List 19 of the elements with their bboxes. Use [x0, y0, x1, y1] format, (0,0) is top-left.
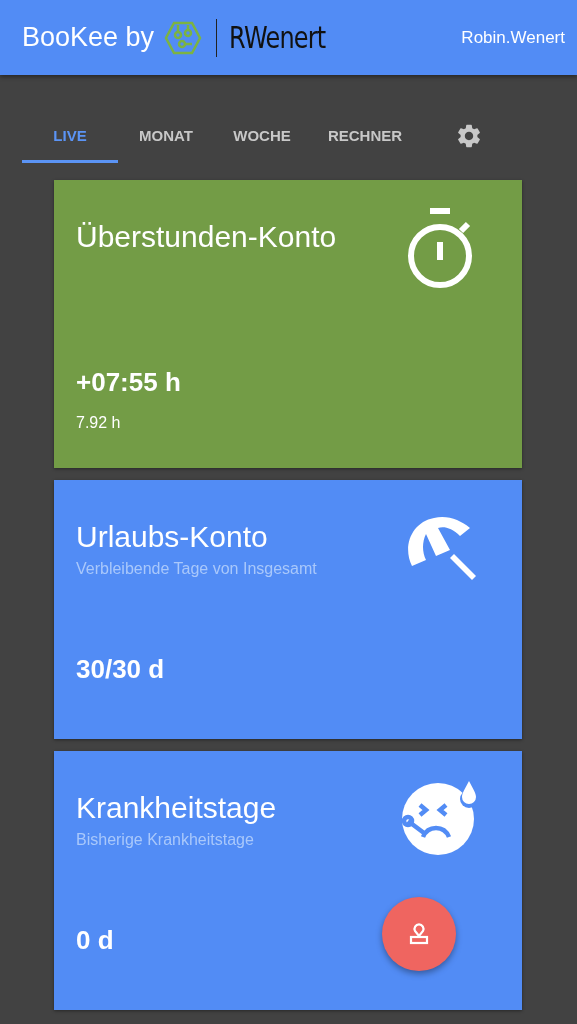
- card-value: 0 d: [76, 925, 114, 956]
- tab[interactable]: MONAT: [118, 113, 214, 163]
- app-name: BooKee by: [22, 22, 155, 53]
- card-subtitle: Verbleibende Tage von Insgesamt: [76, 560, 317, 578]
- tab[interactable]: LIVE: [22, 113, 118, 163]
- tab[interactable]: WOCHE: [214, 113, 310, 163]
- card-value: +07:55 h: [76, 367, 181, 398]
- user-name[interactable]: Robin.Wenert: [461, 27, 565, 48]
- card-title: Krankheitstage: [76, 791, 277, 825]
- company-logo: RWenert: [229, 20, 326, 55]
- card-title: Urlaubs-Konto: [76, 520, 269, 554]
- settings-icon[interactable]: [455, 122, 483, 150]
- hexagon-logo-icon: [164, 20, 203, 55]
- card-title: Überstunden-Konto: [76, 220, 337, 254]
- stamp-icon: [408, 922, 430, 946]
- card-value: 30/30 d: [76, 654, 165, 685]
- card-note: 7.92 h: [76, 414, 121, 432]
- card-subtitle: Bisherige Krankheitstage: [76, 831, 255, 849]
- tab[interactable]: RECHNER: [310, 113, 420, 163]
